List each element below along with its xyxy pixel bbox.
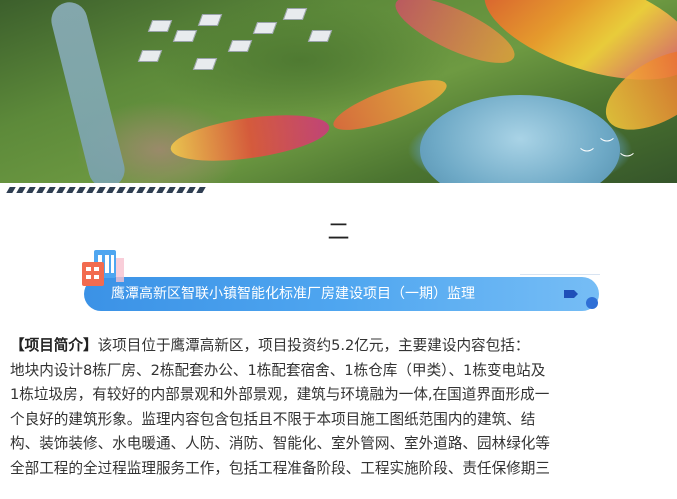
banner-title: 鹰潭高新区智联小镇智能化标准厂房建设项目（一期）监理 bbox=[111, 286, 475, 302]
project-intro-paragraph: 【项目简介】该项目位于鹰潭高新区，项目投资约5.2亿元，主要建设内容包括： 地块… bbox=[10, 334, 670, 481]
building-shape bbox=[192, 58, 218, 70]
building-shape bbox=[172, 30, 198, 42]
building-shape bbox=[252, 22, 278, 34]
banner-rule bbox=[520, 274, 600, 275]
paragraph-line: 1栋垃圾房，有较好的内部景观和外部景观，建筑与环境融为一体,在国道界面形成一 bbox=[10, 386, 550, 403]
aerial-rendering-image: ︶ ︶ ︶ bbox=[0, 0, 677, 183]
paragraph-line: 地块内设计8栋厂房、2栋配套办公、1栋配套宿舍、1栋仓库（甲类）、1栋变电站及 bbox=[10, 361, 546, 379]
section-number: 二 bbox=[327, 220, 350, 245]
building-shape bbox=[227, 40, 253, 52]
building-shape bbox=[307, 30, 333, 42]
bird-icon: ︶ bbox=[580, 148, 594, 164]
banner-dot bbox=[586, 297, 598, 309]
paragraph-line: 构、装饰装修、水电暖通、人防、消防、智能化、室外管网、室外道路、园林绿化等 bbox=[10, 435, 550, 452]
intro-label: 【项目简介】 bbox=[10, 337, 98, 354]
building-shape bbox=[197, 14, 223, 26]
lake-shape bbox=[420, 95, 620, 183]
river-shape bbox=[47, 0, 129, 183]
paragraph-line: 全部工程的全过程监理服务工作，包括工程准备阶段、工程实施阶段、责任保修期三 bbox=[10, 459, 550, 477]
bird-icon: ︶ bbox=[600, 138, 614, 154]
building-shape bbox=[137, 50, 163, 62]
building-shape bbox=[282, 8, 308, 20]
paragraph-line: 【项目简介】该项目位于鹰潭高新区，项目投资约5.2亿元，主要建设内容包括： bbox=[10, 334, 670, 359]
paragraph-line-text: 该项目位于鹰潭高新区，项目投资约5.2亿元，主要建设内容包括： bbox=[97, 337, 530, 354]
building-shape bbox=[147, 20, 173, 32]
flower-field bbox=[167, 107, 333, 169]
paragraph-line: 个良好的建筑形象。监理内容包含包括且不限于本项目施工图纸范围内的建筑、结 bbox=[10, 410, 536, 428]
chevron-right-icon bbox=[564, 290, 578, 298]
bird-icon: ︶ bbox=[620, 153, 634, 169]
